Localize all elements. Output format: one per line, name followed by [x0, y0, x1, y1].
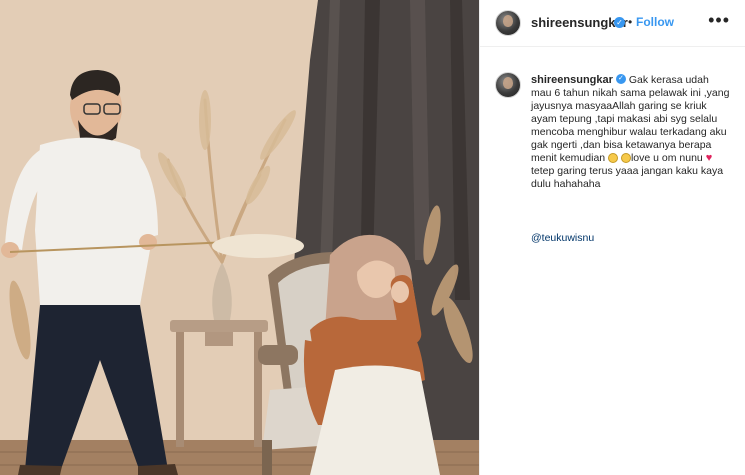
- grinning-face-emoji-icon: [608, 153, 619, 164]
- author-avatar[interactable]: [495, 10, 521, 36]
- header-separator: •: [628, 15, 633, 29]
- post-image: [0, 0, 479, 475]
- more-options-icon[interactable]: •••: [708, 10, 730, 31]
- caption-body-2: love u om nunu: [630, 152, 706, 164]
- caption-body-3: tetep garing terus yaaa jangan kaku kaya…: [531, 165, 724, 190]
- verified-badge-icon: ✓: [614, 17, 625, 28]
- caption-text: shireensungkar ✓ Gak kerasa udah mau 6 ta…: [531, 74, 731, 191]
- red-heart-emoji-icon: ♥: [705, 152, 713, 164]
- caption-author-avatar[interactable]: [495, 72, 521, 98]
- post-photo[interactable]: [0, 0, 479, 475]
- caption-username[interactable]: shireensungkar: [531, 74, 613, 86]
- post-header: shireensungkar ✓ • Follow •••: [480, 0, 745, 47]
- post-side-panel: shireensungkar ✓ • Follow ••• shireensun…: [479, 0, 745, 475]
- mention-link[interactable]: @teukuwisnu: [531, 232, 594, 244]
- caption-verified-badge-icon: ✓: [615, 74, 626, 85]
- follow-button[interactable]: Follow: [636, 15, 674, 29]
- cowboy-face-emoji-icon: [620, 153, 631, 164]
- caption-body-1: Gak kerasa udah mau 6 tahun nikah sama p…: [531, 74, 730, 164]
